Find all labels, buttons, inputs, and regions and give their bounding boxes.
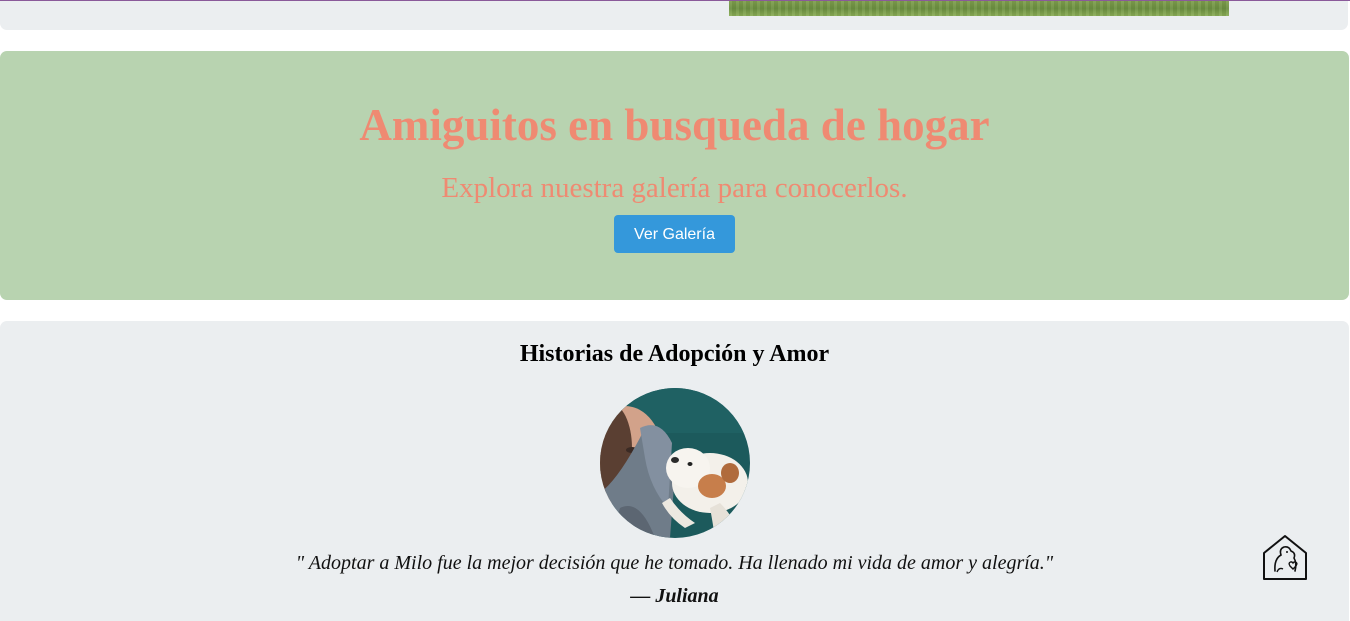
adoption-stories-section: Historias de Adopción y Amor " Adoptar a… [0,321,1349,621]
grass-photo [729,1,1229,16]
testimonial-author: — Juliana [630,585,719,607]
home-pet-icon[interactable] [1261,533,1309,581]
adopter-photo [600,388,750,538]
hero-title: Amiguitos en busqueda de hogar [359,100,990,150]
adopter-with-puppy-image [600,388,750,538]
testimonial-quote: " Adoptar a Milo fue la mejor decisión q… [295,552,1054,574]
hero-subtitle: Explora nuestra galería para conocerlos. [441,172,908,204]
stories-title: Historias de Adopción y Amor [519,341,830,367]
house-dog-heart-icon [1263,535,1307,580]
view-gallery-button[interactable]: Ver Galería [614,215,735,253]
adoption-hero-banner: Amiguitos en busqueda de hogar Explora n… [0,51,1349,300]
previous-section [0,1,1348,30]
